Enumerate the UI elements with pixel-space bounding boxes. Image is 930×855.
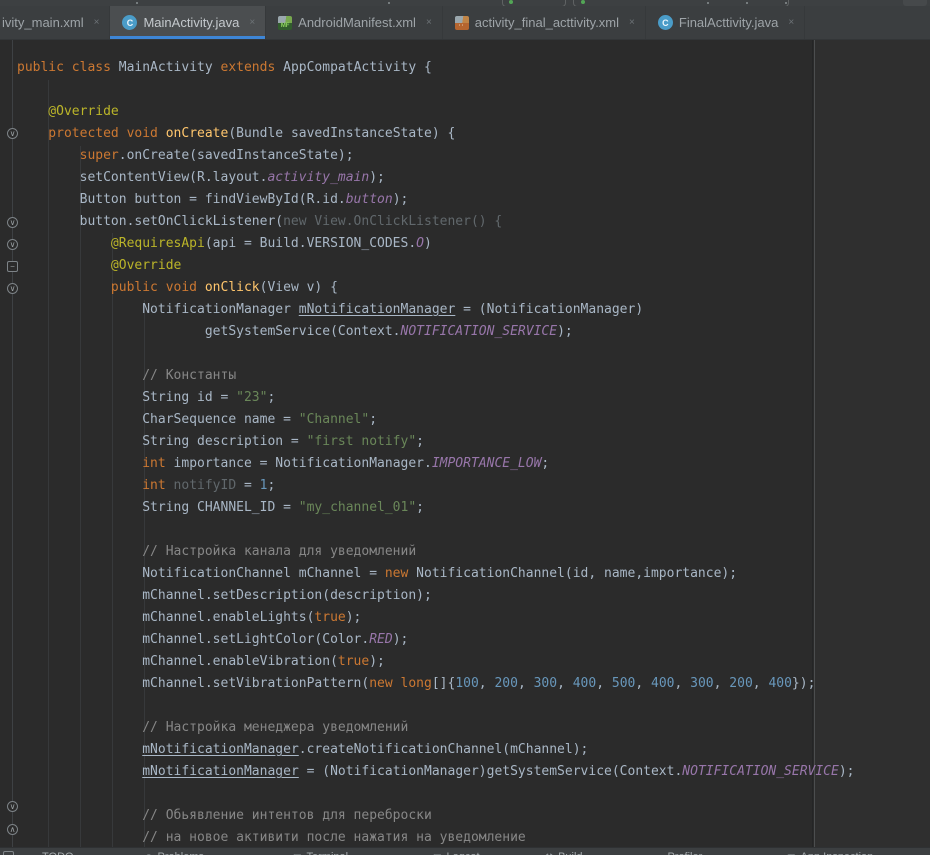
- tab-label: FinalActtivity.java: [679, 15, 778, 30]
- toolbar-icon[interactable]: [746, 2, 748, 4]
- code-line: super.onCreate(savedInstanceState);: [0, 145, 855, 167]
- fold-marker-icon[interactable]: ∨: [7, 128, 18, 139]
- tab-activity_final_acttivity.xml[interactable]: ·· activity_final_acttivity.xml ×: [443, 6, 646, 39]
- run-icon[interactable]: [509, 0, 513, 4]
- tool-window-bar: ≔TODO ⊘Problems ▣Terminal ▤Logcat ⚒Build ◔Pro…: [0, 847, 930, 855]
- tool-window-button-terminal[interactable]: ▣Terminal: [293, 851, 348, 855]
- tool-window-button-app-inspection[interactable]: ▦App Inspection: [787, 851, 873, 855]
- code-line: protected void onCreate(Bundle savedInst…: [0, 123, 855, 145]
- code-line: public void onClick(View v) {: [0, 277, 855, 299]
- tool-window-button-todo[interactable]: ≔TODO: [28, 851, 74, 855]
- tool-window-button-label: Problems: [158, 851, 204, 855]
- code-line: getSystemService(Context.NOTIFICATION_SE…: [0, 321, 855, 343]
- tool-window-button-label: Terminal: [307, 851, 349, 855]
- code-line: [0, 519, 855, 541]
- close-icon[interactable]: ×: [249, 18, 255, 28]
- java-class-icon: C: [658, 15, 673, 30]
- code-line: @Override: [0, 255, 855, 277]
- code-line: mNotificationManager.createNotificationC…: [0, 739, 855, 761]
- code-line: String id = "23";: [0, 387, 855, 409]
- code-line: mChannel.setDescription(description);: [0, 585, 855, 607]
- tab-FinalActtivity.java[interactable]: C FinalActtivity.java ×: [646, 6, 805, 39]
- code-line: int importance = NotificationManager.IMP…: [0, 453, 855, 475]
- code-line: CharSequence name = "Channel";: [0, 409, 855, 431]
- fold-marker-icon[interactable]: ∨: [7, 801, 18, 812]
- fold-marker-icon[interactable]: ∧: [7, 824, 18, 835]
- editor-tab-bar: ivity_main.xml × C MainActivity.java × MF Andr…: [0, 6, 930, 40]
- tab-MainActivity.java[interactable]: C MainActivity.java ×: [110, 6, 266, 39]
- fold-marker-icon[interactable]: ∨: [7, 217, 18, 228]
- tab-label: ivity_main.xml: [2, 15, 84, 30]
- tool-window-switcher-icon[interactable]: [3, 851, 14, 855]
- tool-window-button-label: Profiler: [667, 851, 702, 855]
- toolbar-icon[interactable]: [388, 2, 390, 4]
- tool-window-button-label: Logcat: [447, 851, 480, 855]
- layout-xml-icon: ··: [455, 16, 469, 30]
- code-line: [0, 695, 855, 717]
- code-line: mChannel.setLightColor(Color.RED);: [0, 629, 855, 651]
- tab-label: AndroidManifest.xml: [298, 15, 416, 30]
- code-line: setContentView(R.layout.activity_main);: [0, 167, 855, 189]
- tool-window-button-logcat[interactable]: ▤Logcat: [433, 851, 480, 855]
- code-line: // Настройка менеджера уведомлений: [0, 717, 855, 739]
- code-line: @Override: [0, 101, 855, 123]
- tool-window-button-problems[interactable]: ⊘Problems: [145, 851, 204, 855]
- toolbar-icon[interactable]: [136, 2, 138, 4]
- close-icon[interactable]: ×: [788, 18, 794, 28]
- toolbar-icon[interactable]: [785, 2, 787, 4]
- code-line: // Обьявление интентов для переброски: [0, 805, 855, 827]
- code-line: mChannel.enableVibration(true);: [0, 651, 855, 673]
- device-status-icon: [581, 0, 585, 4]
- code-line: NotificationChannel mChannel = new Notif…: [0, 563, 855, 585]
- code-line: mNotificationManager = (NotificationMana…: [0, 761, 855, 783]
- code-line: String description = "first notify";: [0, 431, 855, 453]
- tool-window-button-build[interactable]: ⚒Build: [545, 851, 583, 855]
- tool-window-button-label: Build: [558, 851, 582, 855]
- tab-label: activity_final_acttivity.xml: [475, 15, 619, 30]
- code-line: button.setOnClickListener(new View.OnCli…: [0, 211, 855, 233]
- code-line: int notifyID = 1;: [0, 475, 855, 497]
- fold-marker-icon[interactable]: −: [7, 261, 18, 272]
- code-line: NotificationManager mNotificationManager…: [0, 299, 855, 321]
- tab-label: MainActivity.java: [143, 15, 239, 30]
- code-line: [0, 79, 855, 101]
- tool-window-button-profiler[interactable]: ◔Profiler: [657, 851, 702, 855]
- manifest-file-icon: MF: [278, 16, 292, 30]
- fold-marker-icon[interactable]: ∨: [7, 283, 18, 294]
- code-line: [0, 783, 855, 805]
- code-line: // на новое активити после нажатия на ув…: [0, 827, 855, 847]
- code-line: public class MainActivity extends AppCom…: [0, 57, 855, 79]
- close-icon[interactable]: ×: [426, 18, 432, 28]
- code-line: mChannel.setVibrationPattern(new long[]{…: [0, 673, 855, 695]
- android-studio-window: ivity_main.xml × C MainActivity.java × MF Andr…: [0, 0, 930, 855]
- code-line: Button button = findViewById(R.id.button…: [0, 189, 855, 211]
- fold-marker-icon[interactable]: ∨: [7, 239, 18, 250]
- close-icon[interactable]: ×: [629, 18, 635, 28]
- code-line: // Константы: [0, 365, 855, 387]
- code-editor[interactable]: public class MainActivity extends AppCom…: [0, 40, 930, 847]
- code-line: mChannel.enableLights(true);: [0, 607, 855, 629]
- code-line: @RequiresApi(api = Build.VERSION_CODES.O…: [0, 233, 855, 255]
- tab-ivity_main.xml[interactable]: ivity_main.xml ×: [0, 6, 110, 39]
- tab-AndroidManifest.xml[interactable]: MF AndroidManifest.xml ×: [266, 6, 443, 39]
- code-line: String CHANNEL_ID = "my_channel_01";: [0, 497, 855, 519]
- toolbar-icon[interactable]: [707, 2, 709, 4]
- code-text: public class MainActivity extends AppCom…: [0, 57, 855, 847]
- close-icon[interactable]: ×: [94, 18, 100, 28]
- tool-window-button-label: TODO: [42, 851, 74, 855]
- java-class-icon: C: [122, 15, 137, 30]
- code-line: [0, 343, 855, 365]
- tool-window-button-label: App Inspection: [801, 851, 874, 855]
- code-line: // Настройка канала для уведомлений: [0, 541, 855, 563]
